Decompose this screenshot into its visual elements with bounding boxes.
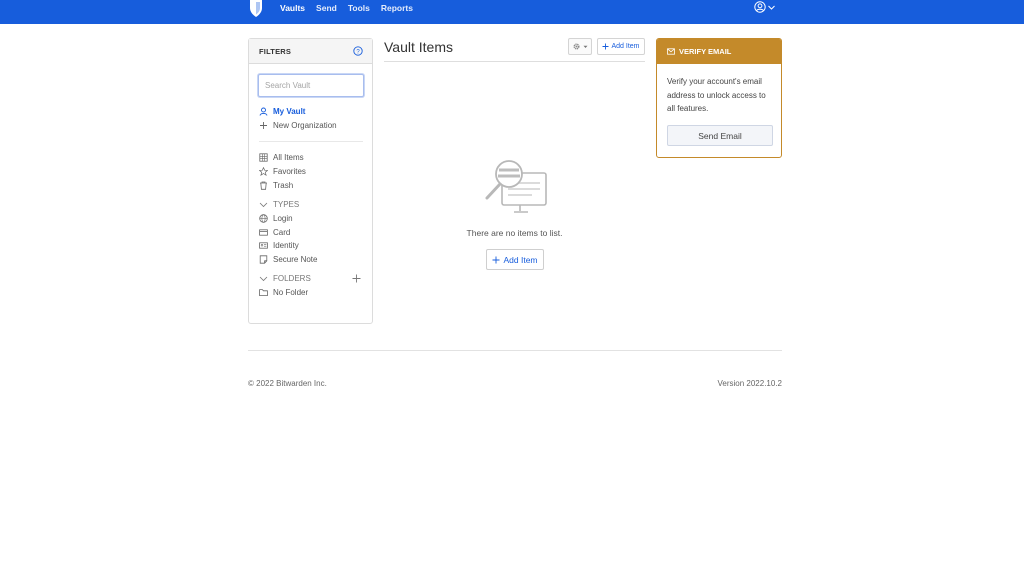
empty-state-add-item-button[interactable]: Add Item (486, 249, 544, 270)
nav-tools[interactable]: Tools (348, 3, 370, 13)
add-item-label: Add Item (611, 43, 640, 50)
nav-vaults[interactable]: Vaults (280, 3, 305, 13)
vault-options-button[interactable] (568, 38, 592, 55)
top-navbar: Vaults Send Tools Reports (0, 0, 1024, 24)
filter-new-organization[interactable]: New Organization (259, 121, 337, 130)
filters-panel: FILTERS ? My Vault New Organization All … (248, 38, 373, 324)
folders-group-toggle[interactable]: FOLDERS (259, 274, 311, 283)
chevron-down-icon (259, 202, 268, 208)
plus-icon (492, 256, 500, 263)
search-vault-input[interactable] (258, 74, 364, 97)
send-email-button[interactable]: Send Email (667, 125, 773, 146)
filter-my-vault[interactable]: My Vault (259, 107, 305, 116)
types-group-label: TYPES (273, 200, 300, 209)
trash-icon (260, 181, 267, 190)
search-empty-illustration-icon (485, 160, 547, 213)
gear-icon (573, 43, 580, 50)
verify-email-card: VERIFY EMAIL Verify your account's email… (656, 38, 782, 158)
credit-card-icon (259, 229, 268, 236)
plus-icon (602, 43, 609, 50)
folders-group-label: FOLDERS (273, 274, 311, 283)
filter-type-card[interactable]: Card (259, 228, 290, 237)
filter-favorites[interactable]: Favorites (259, 167, 306, 176)
verify-email-message: Verify your account's email address to u… (667, 77, 766, 113)
help-circle-icon[interactable]: ? (353, 46, 363, 56)
grid-icon (259, 153, 268, 162)
caret-down-icon (583, 45, 588, 48)
nav-reports[interactable]: Reports (381, 3, 413, 13)
types-group-toggle[interactable]: TYPES (259, 200, 299, 209)
page-title: Vault Items (384, 39, 453, 55)
filter-favorites-label: Favorites (273, 167, 306, 176)
filter-type-identity-label: Identity (273, 241, 299, 250)
filters-title: FILTERS (259, 47, 292, 56)
folder-icon (259, 289, 268, 296)
account-menu[interactable] (754, 1, 775, 13)
filters-header: FILTERS ? (249, 39, 372, 64)
verify-email-title: VERIFY EMAIL (679, 47, 732, 56)
filter-type-secure-note[interactable]: Secure Note (259, 255, 317, 264)
bitwarden-logo-icon[interactable] (249, 0, 263, 17)
user-icon (259, 107, 268, 116)
star-icon (259, 167, 268, 176)
filter-type-login-label: Login (273, 214, 293, 223)
title-divider (384, 61, 645, 62)
chevron-down-icon (768, 5, 775, 10)
add-folder-plus-icon[interactable] (352, 274, 361, 283)
filter-no-folder[interactable]: No Folder (259, 288, 308, 297)
filter-all-items-label: All Items (273, 153, 304, 162)
filter-no-folder-label: No Folder (273, 288, 309, 297)
footer-version: Version 2022.10.2 (717, 379, 783, 388)
filter-trash-label: Trash (273, 181, 294, 190)
sticky-note-icon (259, 255, 268, 264)
empty-state-text: There are no items to list. (466, 228, 563, 238)
user-circle-icon (754, 1, 766, 13)
envelope-icon (667, 48, 675, 55)
globe-icon (259, 214, 268, 223)
nav-send[interactable]: Send (316, 3, 337, 13)
filter-type-identity[interactable]: Identity (259, 241, 299, 250)
filter-new-organization-label: New Organization (273, 121, 337, 130)
add-item-button[interactable]: Add Item (597, 38, 645, 55)
filter-all-items[interactable]: All Items (259, 153, 304, 162)
filter-type-card-label: Card (273, 228, 291, 237)
footer-divider (248, 350, 782, 351)
filters-divider (259, 141, 363, 142)
id-card-icon (259, 242, 268, 249)
footer-copyright: © 2022 Bitwarden Inc. (248, 379, 327, 388)
filter-trash[interactable]: Trash (259, 181, 293, 190)
empty-state-add-item-label: Add Item (503, 254, 538, 265)
plus-icon (260, 122, 267, 129)
chevron-down-icon (259, 276, 268, 282)
filter-type-login[interactable]: Login (259, 214, 293, 223)
verify-email-header: VERIFY EMAIL (657, 39, 781, 64)
filter-my-vault-label: My Vault (273, 107, 306, 116)
main-nav: Vaults Send Tools Reports (280, 0, 413, 15)
filter-type-secure-note-label: Secure Note (273, 255, 318, 264)
